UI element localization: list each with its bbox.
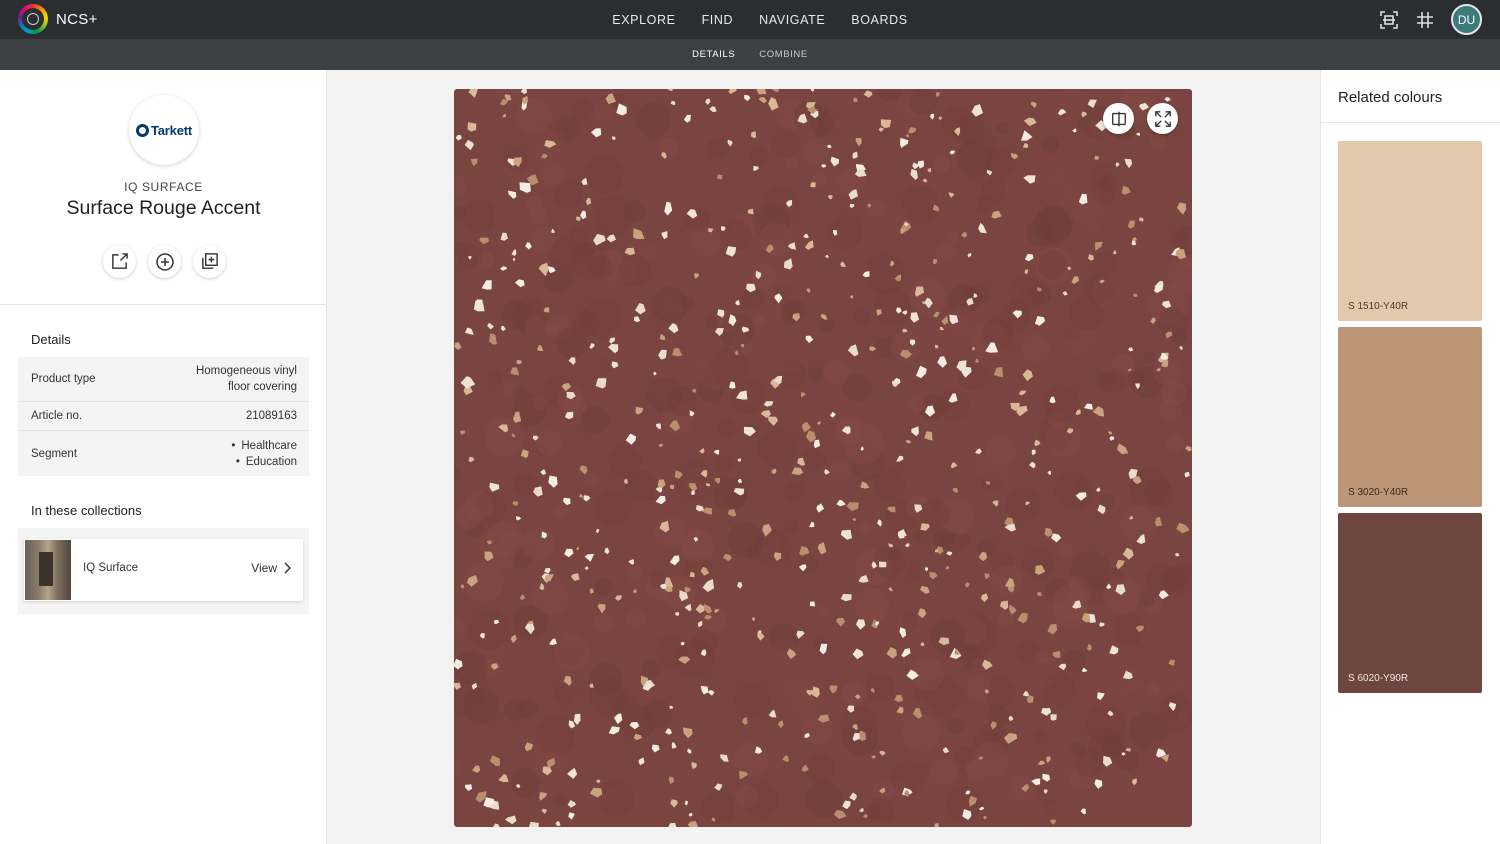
add-to-board-button[interactable] xyxy=(193,245,226,278)
detail-row-segment: Segment Healthcare Education xyxy=(18,431,309,476)
divider xyxy=(1321,122,1500,123)
fullscreen-button[interactable] xyxy=(1147,103,1178,134)
detail-row-product-type: Product type Homogeneous vinyl floor cov… xyxy=(18,357,309,402)
detail-value: Homogeneous vinyl floor covering xyxy=(195,365,297,393)
details-heading: Details xyxy=(31,332,71,347)
user-avatar[interactable]: DU xyxy=(1451,4,1482,35)
tab-combine[interactable]: COMBINE xyxy=(759,49,808,60)
nav-find[interactable]: FIND xyxy=(702,13,734,27)
split-view-icon xyxy=(1111,111,1126,126)
detail-label: Article no. xyxy=(31,410,83,422)
scan-icon[interactable] xyxy=(1379,10,1399,30)
speckle-texture xyxy=(454,89,1192,827)
related-colours-panel: Related colours S 1510-Y40R S 3020-Y40R … xyxy=(1320,70,1500,844)
product-swatch-image xyxy=(454,89,1192,827)
related-colours-heading: Related colours xyxy=(1338,89,1443,106)
grid-icon[interactable] xyxy=(1415,10,1435,30)
collections-heading: In these collections xyxy=(31,503,142,518)
nav-boards[interactable]: BOARDS xyxy=(851,13,907,27)
tab-details[interactable]: DETAILS xyxy=(692,49,735,60)
collection-name: IQ Surface xyxy=(83,562,138,574)
details-table: Product type Homogeneous vinyl floor cov… xyxy=(18,357,309,476)
top-navigation-bar: NCS+ EXPLORE FIND NAVIGATE BOARDS DU xyxy=(0,0,1500,39)
related-colour-swatch[interactable]: S 6020-Y90R xyxy=(1338,513,1482,693)
compare-button[interactable] xyxy=(1103,103,1134,134)
copy-add-icon xyxy=(202,253,218,269)
collection-label: IQ SURFACE xyxy=(124,180,203,194)
detail-label: Product type xyxy=(31,373,96,385)
detail-row-article-no: Article no. 21089163 xyxy=(18,402,309,431)
open-external-button[interactable] xyxy=(103,245,136,278)
product-title: Surface Rouge Accent xyxy=(66,197,261,219)
collection-thumbnail xyxy=(25,540,71,600)
nav-explore[interactable]: EXPLORE xyxy=(612,13,675,27)
detail-label: Segment xyxy=(31,447,78,460)
tarkett-logo-icon xyxy=(136,123,149,137)
plus-circle-icon xyxy=(155,252,174,271)
top-actions: DU xyxy=(1379,4,1482,35)
colour-code: S 1510-Y40R xyxy=(1348,301,1409,312)
colour-code: S 3020-Y40R xyxy=(1348,487,1409,498)
main-nav: EXPLORE FIND NAVIGATE BOARDS xyxy=(0,0,1500,39)
collections-list: IQ Surface View xyxy=(18,528,309,614)
brand-name: Tarkett xyxy=(151,122,192,138)
detail-value: 21089163 xyxy=(245,410,297,422)
add-button[interactable] xyxy=(148,245,181,278)
sub-navigation-bar: DETAILS COMBINE xyxy=(0,39,1500,70)
colour-code: S 6020-Y90R xyxy=(1348,673,1409,684)
brand-logo[interactable]: Tarkett xyxy=(129,95,199,165)
collection-card[interactable]: IQ Surface View xyxy=(24,539,303,601)
nav-navigate[interactable]: NAVIGATE xyxy=(759,13,825,27)
main-preview-area xyxy=(328,70,1319,844)
expand-icon xyxy=(1154,110,1171,127)
view-collection-link[interactable]: View xyxy=(251,561,291,575)
chevron-right-icon xyxy=(284,562,291,574)
related-colour-swatch[interactable]: S 1510-Y40R xyxy=(1338,141,1482,321)
product-actions xyxy=(103,245,226,278)
divider xyxy=(0,304,327,305)
detail-value: Healthcare Education xyxy=(231,438,297,470)
external-link-icon xyxy=(112,253,128,269)
related-colour-swatch[interactable]: S 3020-Y40R xyxy=(1338,327,1482,507)
product-info-panel: Tarkett IQ SURFACE Surface Rouge Accent … xyxy=(0,70,327,844)
